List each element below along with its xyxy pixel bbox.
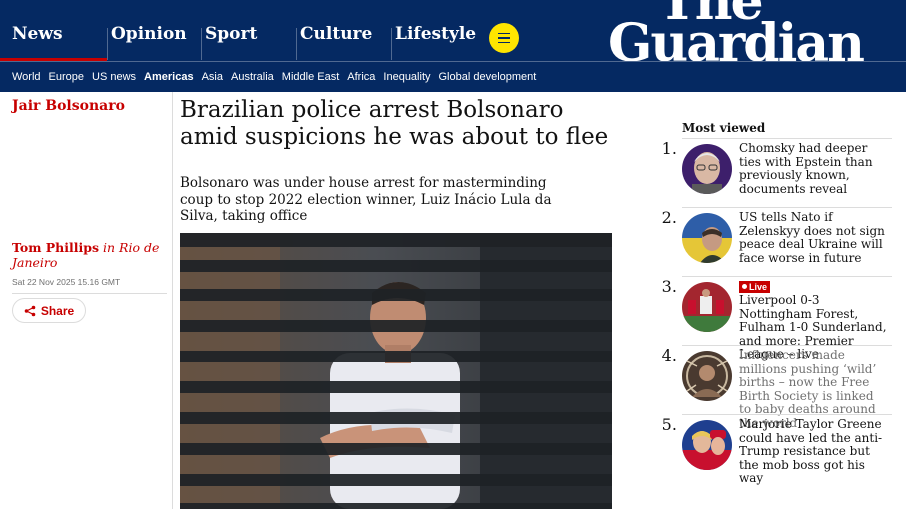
column-divider xyxy=(172,92,173,509)
most-viewed-headline: US tells Nato if Zelenskyy does not sign… xyxy=(739,210,885,265)
share-icon xyxy=(24,305,36,316)
author-link[interactable]: Tom Phillips xyxy=(12,240,99,255)
headline: Brazilian police arrest Bolsonaro amid s… xyxy=(180,97,609,150)
subnav-divider xyxy=(0,61,906,62)
most-viewed-headline: Chomsky had deeper ties with Epstein tha… xyxy=(739,141,873,196)
subnav-middle-east[interactable]: Middle East xyxy=(282,71,339,83)
hamburger-icon xyxy=(498,32,510,35)
pillar-sport[interactable]: Sport xyxy=(205,0,257,62)
byline: Tom Phillips in Rio de Janeiro xyxy=(12,240,162,270)
subnav-global-development[interactable]: Global development xyxy=(439,71,537,83)
standfirst: Bolsonaro was under house arrest for mas… xyxy=(180,175,552,224)
pillar-news[interactable]: News xyxy=(12,0,63,62)
pillar-opinion[interactable]: Opinion xyxy=(111,0,187,62)
hamburger-icon xyxy=(498,37,510,39)
bolsonaro-photo xyxy=(180,233,612,509)
publish-date: Sat 22 Nov 2025 15.16 GMT xyxy=(12,277,121,287)
live-label: Live xyxy=(749,282,768,292)
most-viewed-item[interactable]: Live Liverpool 0-3 Nottingham Forest, Fu… xyxy=(682,276,892,361)
share-button[interactable]: Share xyxy=(12,298,86,323)
illustration-thumbnail xyxy=(682,351,732,401)
most-viewed-item[interactable]: Marjorie Taylor Greene could have led th… xyxy=(682,414,892,486)
pillar-divider xyxy=(201,28,202,60)
most-viewed-headline: Marjorie Taylor Greene could have led th… xyxy=(739,417,883,486)
pillar-culture[interactable]: Culture xyxy=(300,0,372,62)
hamburger-icon xyxy=(498,41,510,44)
pillar-divider xyxy=(107,28,108,60)
section-tag[interactable]: Jair Bolsonaro xyxy=(12,98,125,114)
pillar-lifestyle[interactable]: Lifestyle xyxy=(395,0,476,62)
football-thumbnail xyxy=(682,282,732,332)
live-badge: Live xyxy=(739,281,771,293)
subnav-australia[interactable]: Australia xyxy=(231,71,274,83)
masthead: News Opinion Sport Culture Lifestyle The… xyxy=(0,0,906,92)
live-dot-icon xyxy=(742,284,747,289)
most-viewed-list: Chomsky had deeper ties with Epstein tha… xyxy=(682,138,892,486)
subnav-world[interactable]: World xyxy=(12,71,41,83)
subnav-us-news[interactable]: US news xyxy=(92,71,136,83)
menu-button[interactable] xyxy=(489,23,519,53)
most-viewed-title: Most viewed xyxy=(682,121,766,135)
most-viewed-item[interactable]: US tells Nato if Zelenskyy does not sign… xyxy=(682,207,892,276)
greene-thumbnail xyxy=(682,420,732,470)
subnav-americas[interactable]: Americas xyxy=(144,71,194,83)
subnav-inequality[interactable]: Inequality xyxy=(383,71,430,83)
most-viewed-item[interactable]: Chomsky had deeper ties with Epstein tha… xyxy=(682,138,892,207)
article-main-image xyxy=(180,233,612,509)
subnav-africa[interactable]: Africa xyxy=(347,71,375,83)
guardian-logo[interactable]: The Guardian xyxy=(608,0,865,82)
pillar-divider xyxy=(391,28,392,60)
share-label: Share xyxy=(40,303,75,318)
subnav-asia[interactable]: Asia xyxy=(202,71,223,83)
subnav-europe[interactable]: Europe xyxy=(49,71,84,83)
pillar-divider xyxy=(296,28,297,60)
subnav: World Europe US news Americas Asia Austr… xyxy=(12,71,544,83)
chomsky-thumbnail xyxy=(682,144,732,194)
meta-divider xyxy=(12,293,167,294)
zelenskyy-thumbnail xyxy=(682,213,732,263)
most-viewed-item[interactable]: Influencers made millions pushing ‘wild’… xyxy=(682,345,892,430)
